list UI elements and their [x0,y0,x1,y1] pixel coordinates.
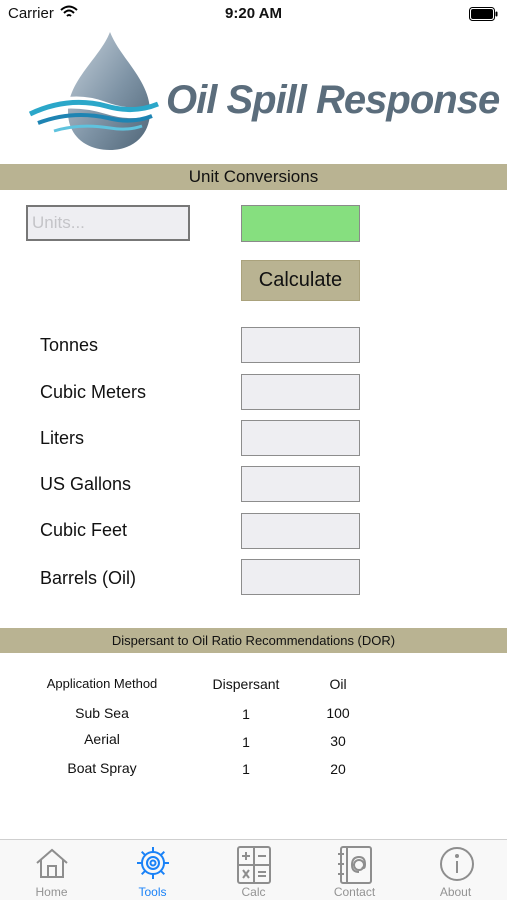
liters-label: Liters [40,428,85,448]
dor-row-oil: 20 [330,761,346,777]
liters-field[interactable] [241,420,360,456]
cubic-feet-field[interactable] [241,513,360,549]
dor-row-oil: 30 [330,733,346,749]
gear-icon [137,847,169,879]
tonnes-label: Tonnes [40,335,99,355]
result-field[interactable] [241,205,360,242]
cubic-meters-label: Cubic Meters [40,382,147,402]
status-time: 9:20 AM [225,5,282,22]
tab-tools-label: Tools [138,885,167,899]
oil-drop-logo-icon [28,32,168,150]
us-gallons-label: US Gallons [40,474,132,494]
cubic-feet-label: Cubic Feet [40,520,128,540]
dor-row-oil: 100 [326,705,350,721]
dor-header-oil: Oil [329,676,347,692]
calculator-icon [237,846,271,884]
info-icon [440,847,474,881]
barrels-oil-label: Barrels (Oil) [40,568,137,588]
home-icon [36,848,68,878]
tab-home[interactable]: Home [1,840,102,900]
tab-calc-label: Calc [241,885,266,899]
tab-contact[interactable]: Contact [304,840,405,900]
barrels-oil-field[interactable] [241,559,360,595]
dor-header: Dispersant to Oil Ratio Recommendations … [0,628,507,653]
dor-row-method: Sub Sea [75,705,129,721]
dor-row-dispersant: 1 [242,761,250,777]
dor-header-dispersant: Dispersant [212,676,280,692]
tab-bar: Home Tools Calc Contact About [0,839,507,900]
units-input[interactable] [26,205,190,241]
tab-about-label: About [439,885,472,899]
dor-header-method: Application Method [46,676,158,691]
dor-row-method: Aerial [84,731,120,747]
tonnes-field[interactable] [241,327,360,363]
logo-text: Oil Spill Response [166,78,500,122]
contact-book-icon [338,846,372,884]
status-bar: Carrier 9:20 AM [0,0,507,28]
dor-row-dispersant: 1 [242,706,250,722]
calculate-button[interactable]: Calculate [241,260,360,301]
battery-icon [469,7,498,21]
tab-about[interactable]: About [405,840,506,900]
dor-row-method: Boat Spray [67,760,137,776]
tab-home-label: Home [35,885,68,899]
unit-conversions-header: Unit Conversions [0,164,507,190]
dor-row-dispersant: 1 [242,734,250,750]
tab-calc[interactable]: Calc [203,840,304,900]
tab-tools[interactable]: Tools [102,840,203,900]
us-gallons-field[interactable] [241,466,360,502]
cubic-meters-field[interactable] [241,374,360,410]
tab-contact-label: Contact [333,885,376,899]
